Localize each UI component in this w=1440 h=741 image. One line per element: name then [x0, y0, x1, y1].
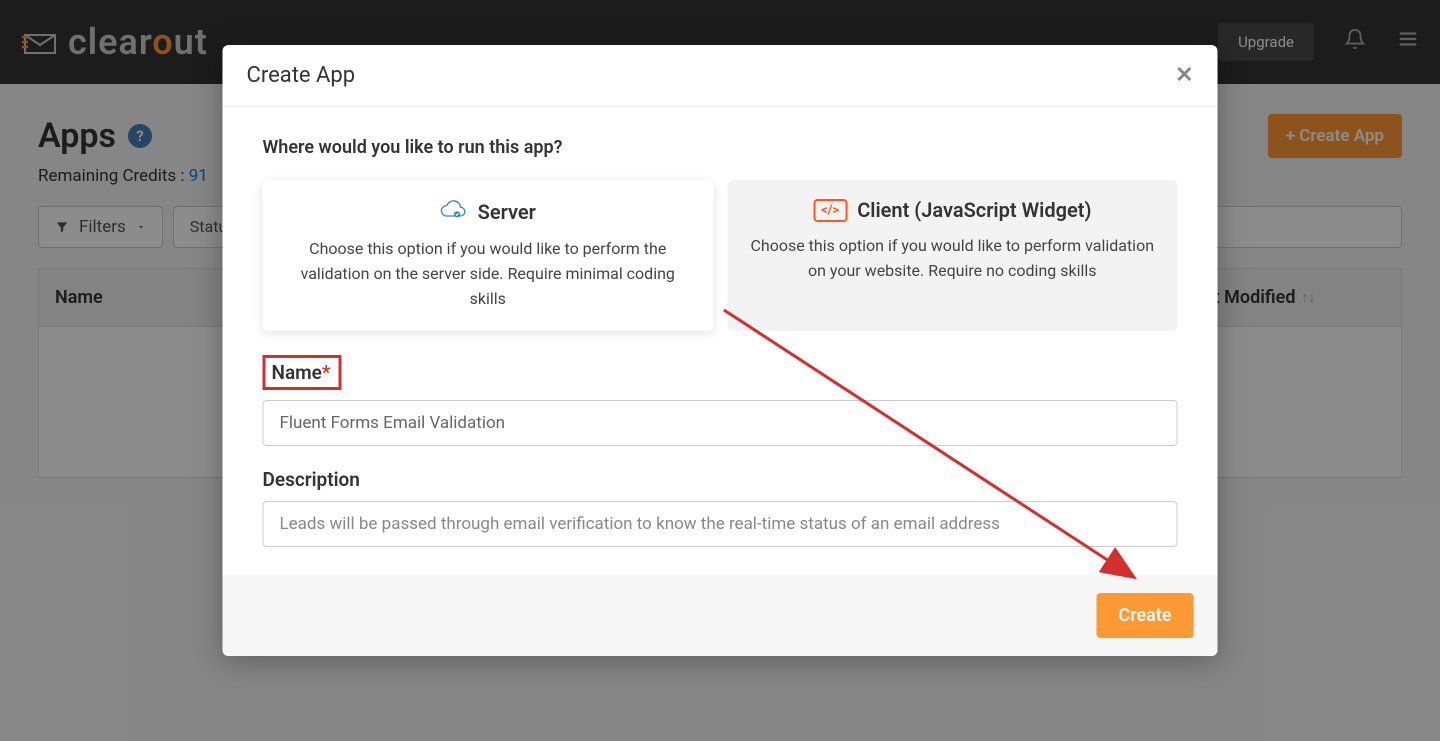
client-option-card[interactable]: </> Client (JavaScript Widget) Choose th…	[727, 180, 1178, 331]
description-label: Description	[263, 468, 360, 491]
cloud-icon	[440, 198, 468, 225]
client-card-desc: Choose this option if you would like to …	[747, 234, 1158, 284]
modal-question: Where would you like to run this app?	[263, 137, 1178, 158]
name-input[interactable]	[263, 400, 1178, 446]
name-label-highlight: Name*	[263, 355, 342, 390]
server-card-desc: Choose this option if you would like to …	[283, 237, 694, 311]
close-button[interactable]: ✕	[1175, 63, 1193, 88]
server-option-card[interactable]: Server Choose this option if you would l…	[263, 180, 714, 331]
required-asterisk: *	[322, 361, 331, 384]
description-input[interactable]	[263, 501, 1178, 547]
client-card-title: </> Client (JavaScript Widget)	[747, 198, 1158, 222]
code-icon: </>	[813, 199, 847, 222]
name-label: Name*	[272, 361, 331, 384]
create-button[interactable]: Create	[1096, 593, 1193, 638]
create-app-modal: Create App ✕ Where would you like to run…	[223, 45, 1218, 656]
modal-footer: Create	[223, 575, 1218, 656]
modal-body: Where would you like to run this app? Se…	[223, 107, 1218, 575]
option-cards: Server Choose this option if you would l…	[263, 180, 1178, 331]
server-card-title: Server	[283, 198, 694, 225]
modal-header: Create App ✕	[223, 45, 1218, 107]
modal-title: Create App	[247, 63, 356, 88]
